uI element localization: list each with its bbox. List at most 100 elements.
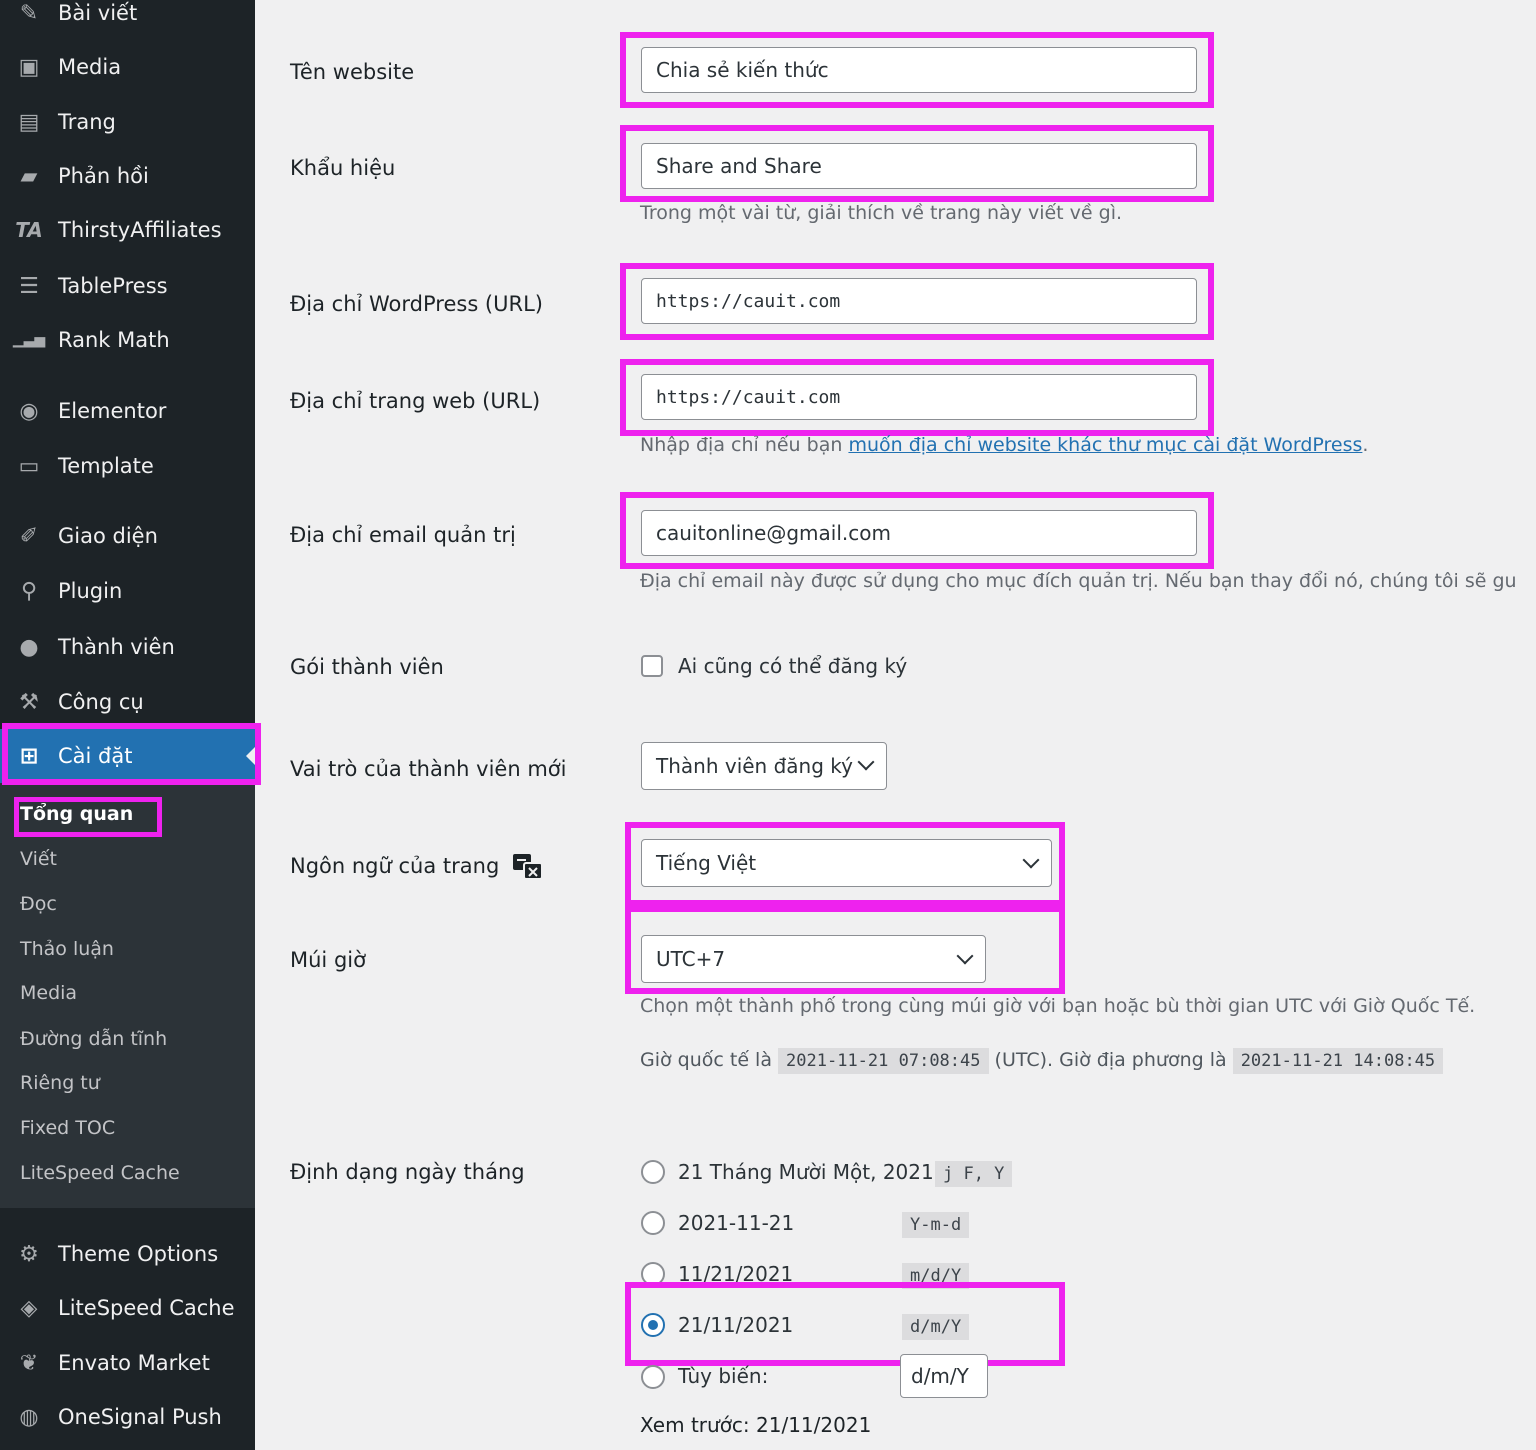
submenu-media[interactable]: Media	[20, 982, 77, 1004]
date-format-radio-custom[interactable]	[641, 1365, 665, 1389]
date-format-code: m/d/Y	[902, 1263, 970, 1289]
submenu-writing[interactable]: Viết	[20, 848, 57, 870]
tagline-description: Trong một vài từ, giải thích về trang nà…	[640, 202, 1123, 224]
elementor-icon: ◉	[19, 398, 39, 424]
submenu-privacy[interactable]: Riêng tư	[20, 1072, 100, 1094]
site-url-help-link[interactable]: muốn địa chỉ website khác thư mục cài đặ…	[848, 434, 1362, 456]
menu-label: Phản hồi	[58, 164, 149, 188]
submenu-general[interactable]: Tổng quan	[20, 803, 133, 825]
menu-label: Thành viên	[58, 635, 175, 659]
membership-option-label: Ai cũng có thể đăng ký	[678, 654, 908, 678]
submenu-litespeed-cache[interactable]: LiteSpeed Cache	[20, 1162, 180, 1184]
pin-icon: ✎	[19, 0, 39, 26]
rank-math-icon: ▁▃▅	[12, 332, 46, 348]
submenu-reading[interactable]: Đọc	[20, 893, 57, 915]
wp-url-label: Địa chỉ WordPress (URL)	[290, 292, 543, 316]
language-select[interactable]: Tiếng Việt	[641, 839, 1052, 887]
timezone-value: UTC+7	[656, 947, 726, 971]
site-url-desc-text: Nhập địa chỉ nếu bạn	[640, 434, 849, 456]
menu-envato-market[interactable]: ❦ Envato Market	[0, 1336, 255, 1390]
menu-users[interactable]: ● Thành viên	[0, 620, 255, 674]
menu-label: ThirstyAffiliates	[58, 218, 222, 242]
page-icon: ▤	[18, 109, 40, 135]
menu-settings[interactable]: ⊞ Cài đặt	[0, 729, 255, 783]
menu-label: Rank Math	[58, 328, 170, 352]
menu-template[interactable]: ▭ Template	[0, 439, 255, 493]
settings-icon: ⊞	[19, 743, 39, 769]
timezone-times: Giờ quốc tế là 2021-11-21 07:08:45 (UTC)…	[640, 1048, 1444, 1074]
membership-checkbox[interactable]	[641, 655, 663, 677]
menu-media[interactable]: ▣ Media	[0, 40, 255, 94]
date-format-option-label: 11/21/2021	[678, 1262, 794, 1286]
menu-elementor[interactable]: ◉ Elementor	[0, 384, 255, 438]
leaf-icon: ❦	[19, 1350, 39, 1376]
chevron-down-icon	[857, 753, 875, 771]
submenu-permalinks[interactable]: Đường dẫn tĩnh	[20, 1028, 167, 1050]
site-title-input[interactable]: Chia sẻ kiến thức	[641, 47, 1197, 93]
menu-posts[interactable]: ✎ Bài viết	[0, 0, 255, 40]
tagline-input[interactable]: Share and Share	[641, 143, 1197, 189]
diamond-icon: ◈	[20, 1295, 38, 1321]
date-format-option-label: 2021-11-21	[678, 1211, 795, 1235]
language-label-text: Ngôn ngữ của trang	[290, 854, 500, 878]
menu-label: Envato Market	[58, 1351, 210, 1375]
menu-rank-math[interactable]: ▁▃▅ Rank Math	[0, 313, 255, 367]
date-format-preview: Xem trước: 21/11/2021	[640, 1413, 872, 1437]
admin-email-input[interactable]: cauitonline@gmail.com	[641, 510, 1197, 556]
wrench-icon: ⚒	[19, 689, 39, 715]
admin-sidebar: ✎ Bài viết ▣ Media ▤ Trang ▰ Phản hồi TA Thir…	[0, 0, 255, 1450]
site-url-description: Nhập địa chỉ nếu bạn muốn địa chỉ websit…	[640, 434, 1368, 456]
submenu-fixed-toc[interactable]: Fixed TOC	[20, 1117, 115, 1139]
date-format-code: Y-m-d	[902, 1212, 970, 1238]
site-url-desc-suffix: .	[1362, 434, 1369, 456]
menu-comments[interactable]: ▰ Phản hồi	[0, 149, 255, 203]
chevron-down-icon	[1022, 851, 1040, 869]
menu-label: Elementor	[58, 399, 167, 423]
folder-icon: ▭	[18, 453, 40, 479]
date-format-code: d/m/Y	[902, 1314, 970, 1340]
local-prefix: (UTC). Giờ địa phương là	[994, 1049, 1227, 1071]
chevron-down-icon	[956, 947, 974, 965]
date-format-custom-label: Tùy biến:	[678, 1364, 769, 1388]
menu-litespeed-cache[interactable]: ◈ LiteSpeed Cache	[0, 1281, 255, 1335]
submenu-discussion[interactable]: Thảo luận	[20, 938, 114, 960]
menu-appearance[interactable]: ✐ Giao diện	[0, 509, 255, 563]
utc-time: 2021-11-21 07:08:45	[778, 1048, 989, 1074]
date-format-option-label: 21/11/2021	[678, 1313, 794, 1337]
menu-onesignal-push[interactable]: ◍ OneSignal Push	[0, 1390, 255, 1444]
menu-label: Plugin	[58, 579, 123, 603]
menu-label: Giao diện	[58, 524, 158, 548]
menu-label: Trang	[58, 110, 116, 134]
menu-theme-options[interactable]: ⚙ Theme Options	[0, 1227, 255, 1281]
user-icon: ●	[19, 634, 39, 660]
bell-icon: ◍	[19, 1404, 39, 1430]
date-format-custom-input[interactable]: d/m/Y	[900, 1354, 988, 1398]
date-format-radio[interactable]	[641, 1160, 665, 1184]
site-url-input[interactable]: https://cauit.com	[641, 374, 1197, 420]
menu-pages[interactable]: ▤ Trang	[0, 95, 255, 149]
date-format-radio-selected[interactable]	[641, 1313, 665, 1337]
date-format-radio[interactable]	[641, 1211, 665, 1235]
language-label: Ngôn ngữ của trang	[290, 853, 544, 881]
menu-tablepress[interactable]: ☰ TablePress	[0, 259, 255, 313]
menu-label: OneSignal Push	[58, 1405, 222, 1429]
menu-tools[interactable]: ⚒ Công cụ	[0, 675, 255, 729]
brush-icon: ✐	[19, 523, 39, 549]
date-format-label: Định dạng ngày tháng	[290, 1160, 525, 1184]
table-icon: ☰	[19, 273, 39, 299]
date-format-radio[interactable]	[641, 1262, 665, 1286]
menu-label: Bài viết	[58, 1, 138, 25]
menu-plugins[interactable]: ⚲ Plugin	[0, 564, 255, 618]
timezone-description: Chọn một thành phố trong cùng múi giờ vớ…	[640, 995, 1476, 1017]
menu-label: TablePress	[58, 274, 168, 298]
menu-label: Media	[58, 55, 122, 79]
timezone-select[interactable]: UTC+7	[641, 935, 986, 983]
menu-label: Công cụ	[58, 690, 144, 714]
date-format-option-label: 21 Tháng Mười Một, 2021	[678, 1160, 934, 1184]
default-role-select[interactable]: Thành viên đăng ký	[641, 742, 887, 790]
tagline-label: Khẩu hiệu	[290, 156, 396, 180]
menu-thirstyaffiliates[interactable]: TA ThirstyAffiliates	[0, 203, 255, 257]
wp-url-input[interactable]: https://cauit.com	[641, 278, 1197, 324]
menu-label: Cài đặt	[58, 744, 133, 768]
site-title-label: Tên website	[290, 60, 415, 84]
